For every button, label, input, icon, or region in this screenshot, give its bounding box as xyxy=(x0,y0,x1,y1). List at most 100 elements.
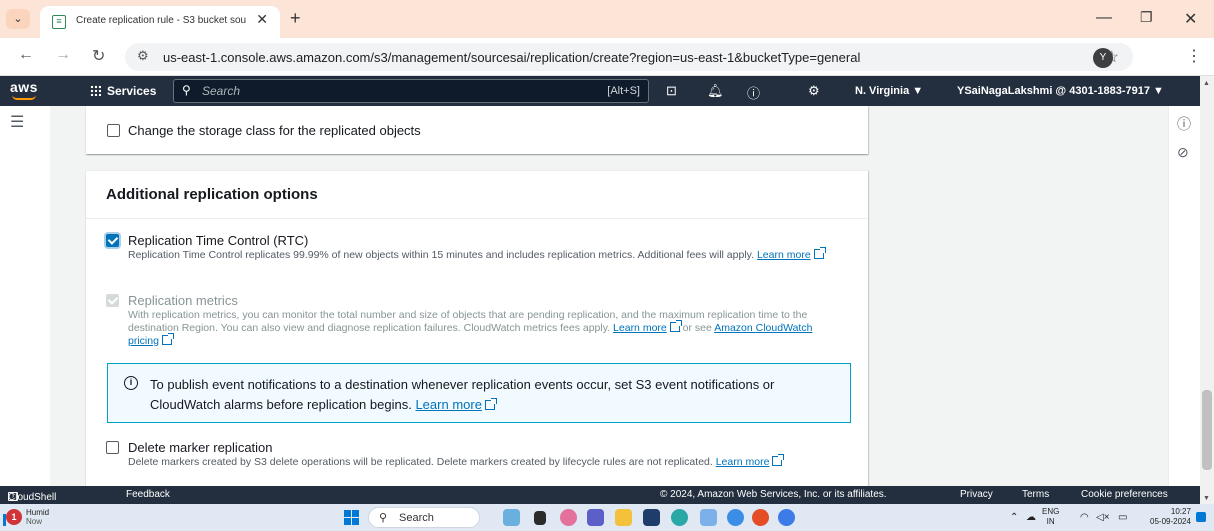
widgets-app-icon[interactable] xyxy=(503,509,520,526)
cloudshell-icon[interactable]: ⊡ xyxy=(666,83,677,99)
reload-icon[interactable]: ↻ xyxy=(92,46,105,66)
taskbar-search-box[interactable]: ⚲ xyxy=(368,507,480,528)
url-text[interactable]: us-east-1.console.aws.amazon.com/s3/mana… xyxy=(163,50,860,65)
app-icon-3[interactable] xyxy=(727,509,744,526)
site-settings-icon[interactable]: ⚙ xyxy=(137,48,149,64)
system-clock[interactable]: 10:27 05-09-2024 xyxy=(1150,507,1191,527)
info-alert: i To publish event notifications to a de… xyxy=(107,363,851,423)
app-icon-1[interactable] xyxy=(560,509,577,526)
store-icon[interactable] xyxy=(643,509,660,526)
edge-icon[interactable] xyxy=(671,509,688,526)
left-nav-rail: ☰ xyxy=(0,106,50,486)
feedback-link[interactable]: Feedback xyxy=(126,489,170,500)
external-link-icon xyxy=(813,247,826,259)
external-link-icon xyxy=(669,320,682,332)
section-title: Additional replication options xyxy=(106,186,318,203)
windows-start-icon[interactable] xyxy=(344,510,359,525)
address-bar[interactable]: ⚙ us-east-1.console.aws.amazon.com/s3/ma… xyxy=(125,43,1133,71)
notification-bell-icon[interactable] xyxy=(1196,512,1206,522)
aws-search-box[interactable]: ⚲ [Alt+S] xyxy=(173,79,649,103)
search-shortcut: [Alt+S] xyxy=(607,85,640,97)
rtc-learn-more-link[interactable]: Learn more xyxy=(757,249,811,261)
account-menu[interactable]: YSaiNagaLakshmi @ 4301-1883-7917 ▼ xyxy=(957,85,1164,97)
grid-icon xyxy=(90,85,101,96)
info-alert-text: To publish event notifications to a dest… xyxy=(150,375,810,415)
restore-icon[interactable]: ❐ xyxy=(1140,9,1153,26)
privacy-link[interactable]: Privacy xyxy=(960,489,993,500)
external-link-icon xyxy=(772,454,785,466)
search-icon: ⚲ xyxy=(182,83,191,97)
rtc-description: Replication Time Control replicates 99.9… xyxy=(128,247,828,262)
services-menu-button[interactable]: Services xyxy=(90,84,156,98)
wifi-icon[interactable]: ◠ xyxy=(1080,512,1089,523)
browser-tab-strip: ⌄ ≡ Create replication rule - S3 bucket … xyxy=(0,0,1214,38)
language-label: ENG xyxy=(1042,507,1060,516)
rtc-description-text: Replication Time Control replicates 99.9… xyxy=(128,249,755,261)
tab-search-menu-button[interactable]: ⌄ xyxy=(6,9,30,29)
browser-tab-active[interactable]: ≡ Create replication rule - S3 bucket so… xyxy=(40,6,280,38)
clock-time: 10:27 xyxy=(1170,507,1191,516)
delete-marker-description-text: Delete markers created by S3 delete oper… xyxy=(128,456,713,468)
help-icon[interactable]: ⓘ xyxy=(747,83,760,102)
or-see-text: or see xyxy=(682,322,712,334)
battery-icon[interactable]: ▭ xyxy=(1118,512,1127,523)
teams-icon[interactable] xyxy=(587,509,604,526)
region-label: IN xyxy=(1046,517,1055,526)
weather-label[interactable]: Humid xyxy=(26,508,49,517)
taskbar-search-input[interactable] xyxy=(399,511,475,525)
metrics-learn-more-link[interactable]: Learn more xyxy=(613,322,667,334)
volume-icon[interactable]: ◁× xyxy=(1096,512,1110,523)
external-link-icon xyxy=(484,398,497,410)
replication-metrics-checkbox[interactable] xyxy=(106,294,119,307)
forward-arrow-icon[interactable]: → xyxy=(55,46,71,64)
onedrive-icon[interactable]: ☁ xyxy=(1026,512,1036,523)
notifications-bell-icon[interactable]: 🔔︎ xyxy=(707,83,724,99)
scroll-down-arrow-icon[interactable]: ▼ xyxy=(1203,495,1210,502)
weather-sub: Now xyxy=(26,517,43,526)
info-learn-more-link[interactable]: Learn more xyxy=(415,397,481,412)
file-explorer-icon[interactable] xyxy=(615,509,632,526)
settings-gear-icon[interactable]: ⚙ xyxy=(808,83,820,99)
new-tab-button[interactable]: + xyxy=(290,8,301,29)
task-view-icon[interactable] xyxy=(534,511,546,525)
close-window-icon[interactable]: ✕ xyxy=(1184,9,1197,29)
hamburger-menu-icon[interactable]: ☰ xyxy=(10,112,24,132)
aws-footer: › CloudShell Feedback © 2024, Amazon Web … xyxy=(0,486,1200,504)
feedback-panel-icon[interactable]: ⊘ xyxy=(1177,144,1189,161)
rtc-label: Replication Time Control (RTC) xyxy=(128,233,309,248)
aws-search-input[interactable] xyxy=(202,83,502,99)
weather-alert-icon[interactable]: 1 xyxy=(6,509,22,525)
delete-marker-label: Delete marker replication xyxy=(128,440,273,455)
info-icon: i xyxy=(124,376,138,390)
right-tools-rail: ⓘ ⊘ xyxy=(1168,106,1200,486)
rtc-checkbox[interactable] xyxy=(106,234,119,247)
additional-replication-options-card: Additional replication options Replicati… xyxy=(86,170,868,486)
info-panel-icon[interactable]: ⓘ xyxy=(1177,114,1191,134)
browser-menu-icon[interactable]: ⋮ xyxy=(1186,46,1202,66)
replication-metrics-label: Replication metrics xyxy=(128,293,238,308)
delete-marker-learn-more-link[interactable]: Learn more xyxy=(716,456,770,468)
tab-close-icon[interactable]: ✕ xyxy=(256,11,268,28)
terms-link[interactable]: Terms xyxy=(1022,489,1049,500)
profile-avatar[interactable]: Y xyxy=(1093,48,1113,68)
storage-class-checkbox[interactable] xyxy=(107,124,120,137)
delete-marker-checkbox[interactable] xyxy=(106,441,119,454)
cookie-preferences-link[interactable]: Cookie preferences xyxy=(1081,489,1168,500)
scroll-up-arrow-icon[interactable]: ▲ xyxy=(1203,80,1210,87)
chrome-icon[interactable] xyxy=(752,509,769,526)
tray-overflow-chevron-icon[interactable]: ⌃ xyxy=(1010,512,1018,523)
delete-marker-description: Delete markers created by S3 delete oper… xyxy=(128,454,838,469)
clock-date: 05-09-2024 xyxy=(1150,517,1191,526)
browser-toolbar: ← → ↻ ⚙ us-east-1.console.aws.amazon.com… xyxy=(0,38,1214,76)
language-indicator[interactable]: ENG IN xyxy=(1042,507,1059,527)
back-arrow-icon[interactable]: ← xyxy=(18,46,34,64)
aws-top-nav: aws Services ⚲ [Alt+S] ⊡ 🔔︎ ⓘ ⚙ N. Virgi… xyxy=(0,76,1200,106)
chrome-profile-icon[interactable] xyxy=(778,509,795,526)
cloudshell-label: CloudShell xyxy=(8,492,57,503)
minimize-icon[interactable]: — xyxy=(1096,9,1112,27)
region-selector[interactable]: N. Virginia ▼ xyxy=(855,85,923,97)
replication-metrics-description: With replication metrics, you can monito… xyxy=(128,309,838,348)
aws-logo[interactable]: aws xyxy=(10,79,38,95)
page-scrollbar-thumb[interactable] xyxy=(1202,390,1212,470)
app-icon-2[interactable] xyxy=(700,509,717,526)
